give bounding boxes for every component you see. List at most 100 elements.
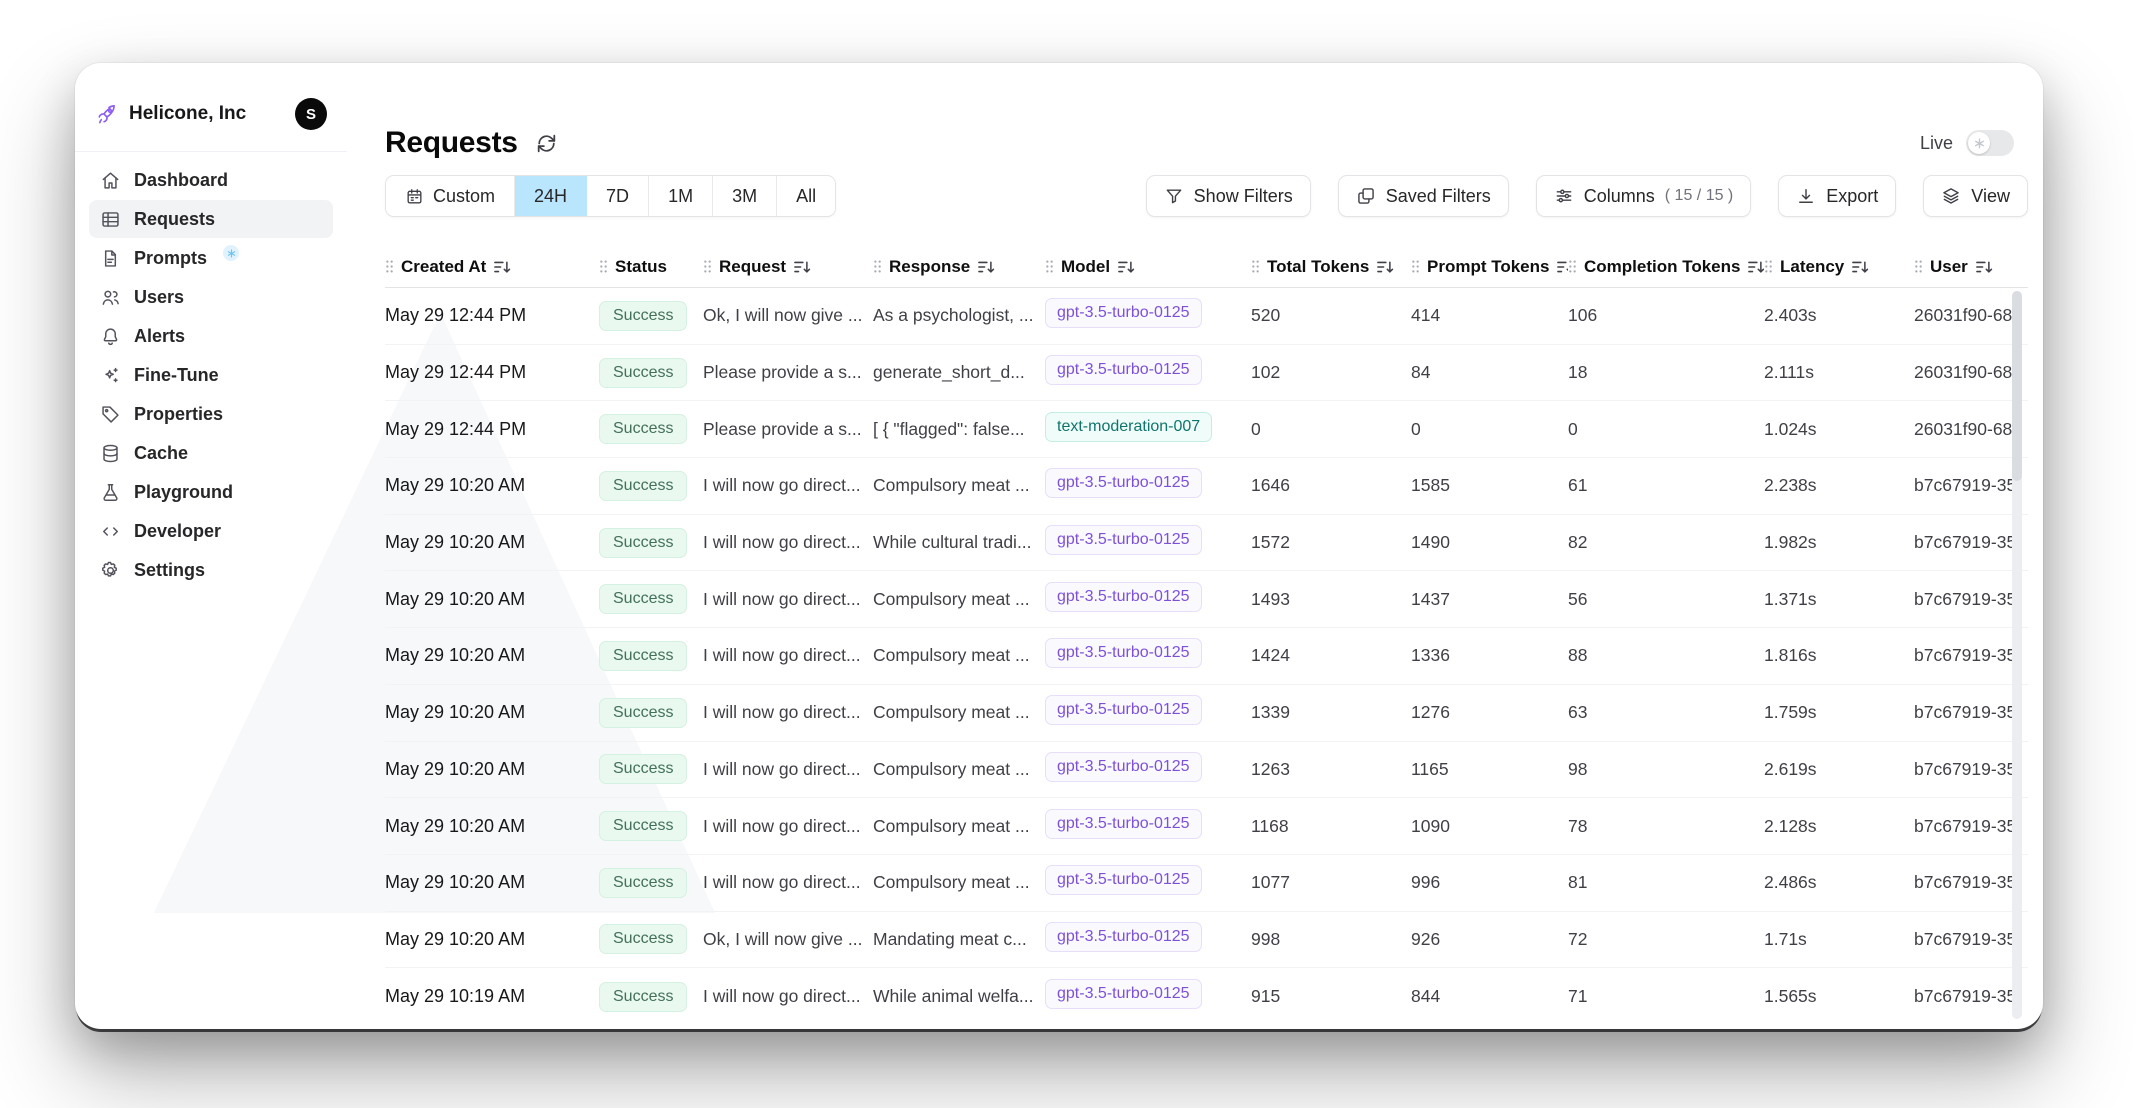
column-header-latency[interactable]: Latency (1764, 257, 1914, 277)
table-row[interactable]: May 29 10:20 AMSuccessI will now go dire… (385, 458, 2028, 515)
sort-icon[interactable] (1747, 259, 1764, 275)
sliders-icon (1554, 186, 1574, 206)
column-header-completion-tokens[interactable]: Completion Tokens (1568, 257, 1764, 277)
sort-icon[interactable] (793, 259, 812, 275)
table-row[interactable]: May 29 10:20 AMSuccessI will now go dire… (385, 515, 2028, 572)
live-toggle-knob (1968, 132, 1990, 154)
sort-icon[interactable] (977, 259, 996, 275)
cell-latency: 1.024s (1764, 419, 1914, 440)
time-range-all[interactable]: All (777, 176, 835, 216)
cell-prompt-tokens: 1336 (1411, 645, 1568, 666)
sidebar-item-label: Prompts (134, 248, 207, 269)
column-header-user[interactable]: User (1914, 257, 2028, 277)
export-button[interactable]: Export (1778, 175, 1896, 217)
sidebar-item-users[interactable]: Users (89, 278, 333, 316)
cell-total-tokens: 0 (1251, 419, 1411, 440)
column-header-created-at[interactable]: Created At (385, 257, 599, 277)
drag-handle-icon[interactable] (599, 259, 608, 274)
column-label: User (1930, 257, 1968, 277)
cell-status: Success (599, 982, 703, 1012)
org-header[interactable]: Helicone, Inc S (75, 63, 347, 152)
cell-response: As a psychologist, ... (873, 305, 1045, 326)
scrollbar-thumb[interactable] (2012, 291, 2022, 481)
button-label: Export (1826, 186, 1878, 207)
time-range-custom[interactable]: Custom (386, 176, 515, 216)
table-row[interactable]: May 29 12:44 PMSuccessPlease provide a s… (385, 345, 2028, 402)
column-header-total-tokens[interactable]: Total Tokens (1251, 257, 1411, 277)
column-label: Created At (401, 257, 486, 277)
refresh-button[interactable] (534, 131, 559, 156)
cell-user: b7c67919-35 (1914, 532, 2028, 553)
gear-icon (100, 560, 121, 581)
column-header-model[interactable]: Model (1045, 257, 1251, 277)
view-button[interactable]: View (1923, 175, 2028, 217)
sort-icon[interactable] (1376, 259, 1395, 275)
drag-handle-icon[interactable] (1568, 259, 1577, 274)
sidebar-item-properties[interactable]: Properties (89, 395, 333, 433)
drag-handle-icon[interactable] (703, 259, 712, 274)
table-row[interactable]: May 29 10:20 AMSuccessI will now go dire… (385, 855, 2028, 912)
cell-completion-tokens: 56 (1568, 589, 1764, 610)
avatar[interactable]: S (295, 98, 327, 130)
main-content: Requests Live Custom24H7D1M3MAll Show Fi… (347, 63, 2043, 1029)
sort-icon[interactable] (1851, 259, 1870, 275)
code-icon (100, 521, 121, 542)
table-row[interactable]: May 29 10:20 AMSuccessOk, I will now giv… (385, 912, 2028, 969)
time-range-1m[interactable]: 1M (649, 176, 713, 216)
live-toggle[interactable] (1966, 130, 2014, 156)
drag-handle-icon[interactable] (1914, 259, 1923, 274)
drag-handle-icon[interactable] (1045, 259, 1054, 274)
table-row[interactable]: May 29 10:20 AMSuccess I will now go dire… (385, 571, 2028, 628)
columns-button[interactable]: Columns( 15 / 15 ) (1536, 175, 1752, 217)
time-range-24h[interactable]: 24H (515, 176, 587, 216)
sort-icon[interactable] (1556, 259, 1568, 275)
table-row[interactable]: May 29 10:20 AMSuccessI will now go dire… (385, 798, 2028, 855)
saved-filters-button[interactable]: Saved Filters (1338, 175, 1509, 217)
sidebar-item-dashboard[interactable]: Dashboard (89, 161, 333, 199)
cell-user: b7c67919-35 (1914, 759, 2028, 780)
drag-handle-icon[interactable] (1411, 259, 1420, 274)
drag-handle-icon[interactable] (873, 259, 882, 274)
sidebar-item-requests[interactable]: Requests (89, 200, 333, 238)
sidebar-item-cache[interactable]: Cache (89, 434, 333, 472)
drag-handle-icon[interactable] (1764, 259, 1773, 274)
time-range-7d[interactable]: 7D (587, 176, 649, 216)
cell-user: b7c67919-35 (1914, 816, 2028, 837)
time-range-3m[interactable]: 3M (713, 176, 777, 216)
sort-icon[interactable] (493, 259, 512, 275)
cell-total-tokens: 1424 (1251, 645, 1411, 666)
column-header-prompt-tokens[interactable]: Prompt Tokens (1411, 257, 1568, 277)
cell-created-at: May 29 10:20 AM (385, 532, 599, 553)
sidebar-item-alerts[interactable]: Alerts (89, 317, 333, 355)
cell-completion-tokens: 106 (1568, 305, 1764, 326)
cell-user: 26031f90-68 (1914, 362, 2028, 383)
sidebar-item-label: Developer (134, 521, 221, 542)
sidebar-item-developer[interactable]: Developer (89, 512, 333, 550)
sidebar-item-fine-tune[interactable]: Fine-Tune (89, 356, 333, 394)
column-header-status[interactable]: Status (599, 257, 703, 277)
cell-request: I will now go direct... (703, 589, 873, 610)
cell-request: I will now go direct... (703, 532, 873, 553)
time-range-label: 24H (534, 186, 567, 207)
sidebar-item-prompts[interactable]: Prompts (89, 239, 333, 277)
table-row[interactable]: May 29 10:20 AMSuccessI will now go dire… (385, 628, 2028, 685)
column-header-request[interactable]: Request (703, 257, 873, 277)
show-filters-button[interactable]: Show Filters (1146, 175, 1311, 217)
sort-icon[interactable] (1117, 259, 1136, 275)
table-row[interactable]: May 29 10:20 AMSuccessI will now go dire… (385, 742, 2028, 799)
sidebar-item-playground[interactable]: Playground (89, 473, 333, 511)
vertical-scrollbar[interactable] (2012, 291, 2022, 1019)
drag-handle-icon[interactable] (1251, 259, 1260, 274)
table-row[interactable]: May 29 10:19 AMSuccessI will now go dire… (385, 968, 2028, 1025)
column-header-response[interactable]: Response (873, 257, 1045, 277)
table-row[interactable]: May 29 12:44 PMSuccessPlease provide a s… (385, 401, 2028, 458)
drag-handle-icon[interactable] (385, 259, 394, 274)
sidebar-item-settings[interactable]: Settings (89, 551, 333, 589)
cell-created-at: May 29 10:20 AM (385, 589, 599, 610)
model-badge: gpt-3.5-turbo-0125 (1045, 752, 1202, 782)
table-row[interactable]: May 29 10:20 AMSuccessI will now go dire… (385, 685, 2028, 742)
sort-icon[interactable] (1975, 259, 1994, 275)
status-badge: Success (599, 358, 687, 388)
status-badge: Success (599, 584, 687, 614)
table-row[interactable]: May 29 12:44 PMSuccessOk, I will now giv… (385, 288, 2028, 345)
